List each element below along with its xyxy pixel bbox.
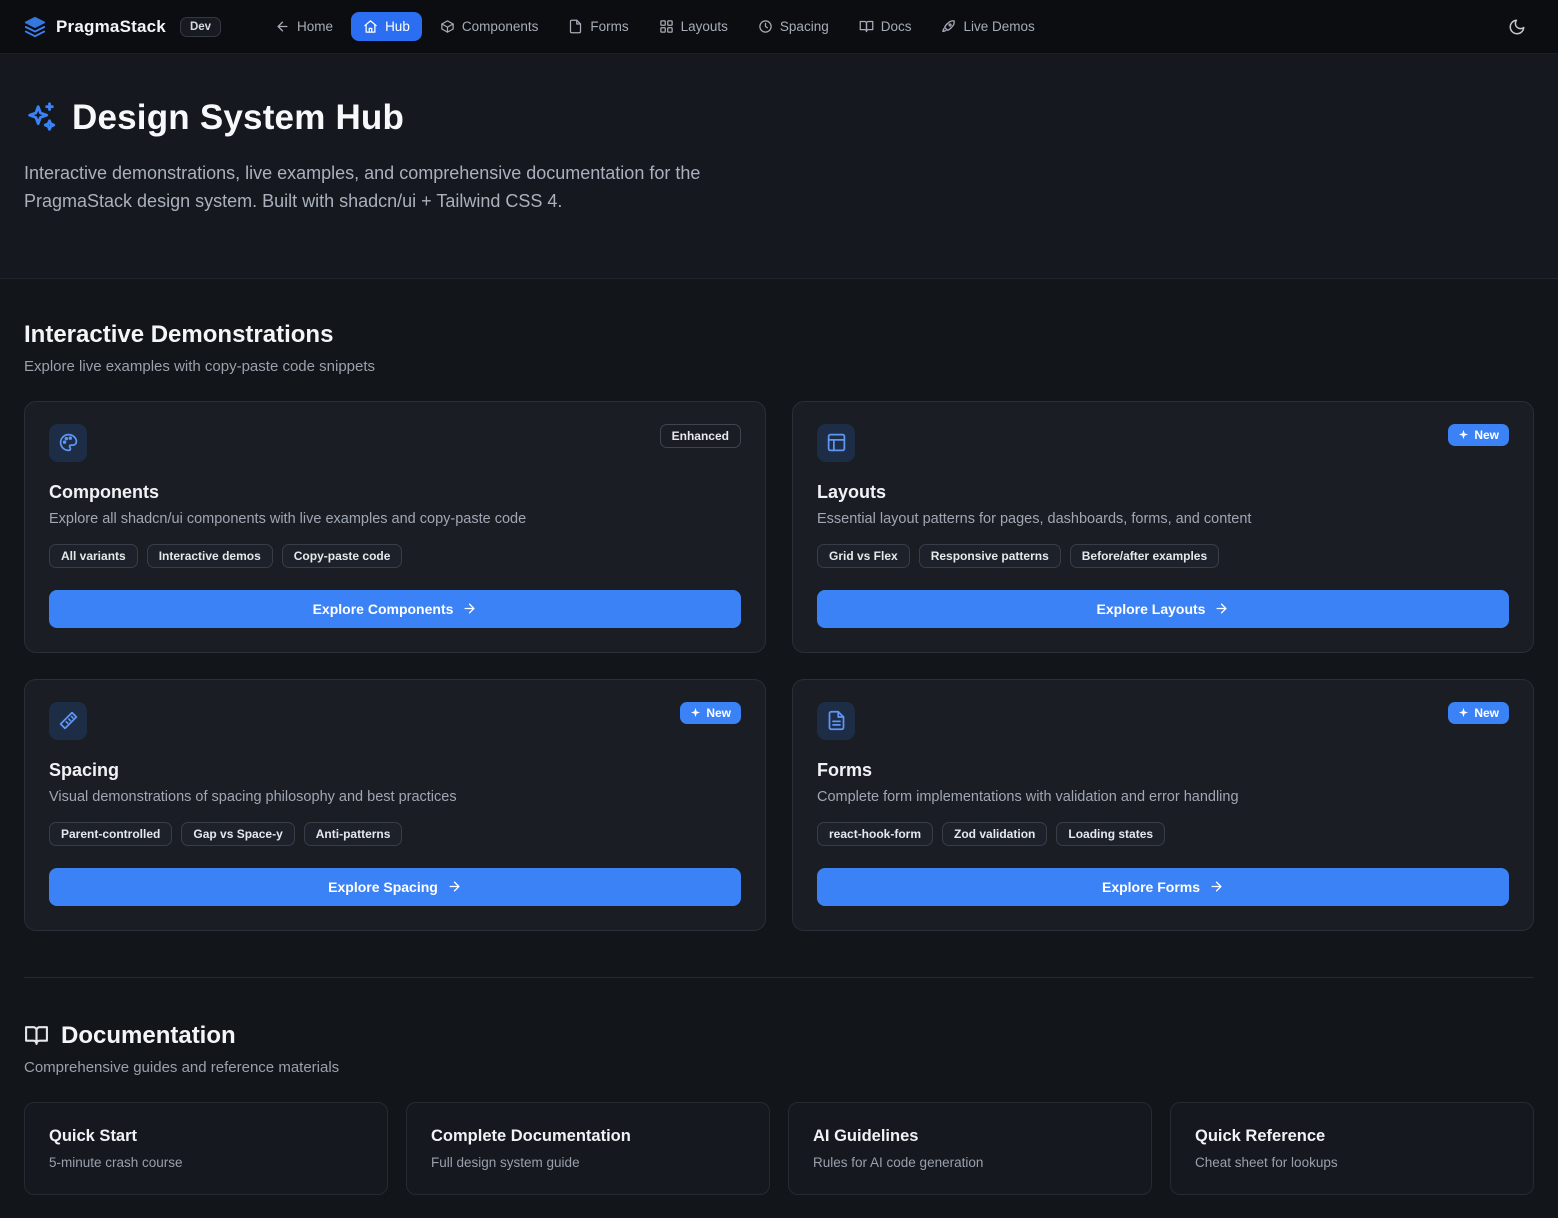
docs-heading: Documentation (61, 1022, 236, 1050)
arrow-right-icon (1214, 601, 1229, 616)
card-description: Explore all shadcn/ui components with li… (49, 511, 741, 527)
doc-card-ai-guidelines[interactable]: AI Guidelines Rules for AI code generati… (788, 1102, 1152, 1195)
doc-card-title: Complete Documentation (431, 1127, 745, 1146)
tag: Zod validation (942, 822, 1047, 846)
arrow-left-icon (275, 19, 290, 34)
demo-card-layouts: New Layouts Essential layout patterns fo… (792, 401, 1534, 653)
nav-item-forms[interactable]: Forms (556, 12, 640, 41)
doc-card-title: Quick Start (49, 1127, 363, 1146)
file-icon (568, 19, 583, 34)
page-title: Design System Hub (72, 98, 404, 138)
card-description: Complete form implementations with valid… (817, 789, 1509, 805)
nav-item-docs[interactable]: Docs (847, 12, 924, 41)
tag: Responsive patterns (919, 544, 1061, 568)
main-nav: Home Hub Components Forms Layouts Spacin… (263, 12, 1500, 41)
tag: react-hook-form (817, 822, 933, 846)
tag: Before/after examples (1070, 544, 1219, 568)
nav-item-spacing[interactable]: Spacing (746, 12, 841, 41)
demos-heading: Interactive Demonstrations (24, 321, 1534, 349)
sparkle-icon (1458, 429, 1469, 440)
arrow-right-icon (1209, 879, 1224, 894)
brand[interactable]: PragmaStack Dev (24, 16, 221, 38)
dev-badge: Dev (180, 17, 221, 37)
doc-card-subtitle: 5-minute crash course (49, 1155, 363, 1170)
new-badge: New (680, 702, 741, 724)
arrow-right-icon (447, 879, 462, 894)
house-icon (363, 19, 378, 34)
book-icon (859, 19, 874, 34)
doc-card-quick-start[interactable]: Quick Start 5-minute crash course (24, 1102, 388, 1195)
tag: All variants (49, 544, 138, 568)
layers-logo-icon (24, 16, 46, 38)
doc-card-title: AI Guidelines (813, 1127, 1127, 1146)
nav-item-home[interactable]: Home (263, 12, 345, 41)
layout-icon (817, 424, 855, 462)
nav-item-components[interactable]: Components (428, 12, 551, 41)
palette-icon (49, 424, 87, 462)
demo-card-grid: Enhanced Components Explore all shadcn/u… (24, 401, 1534, 931)
explore-components-button[interactable]: Explore Components (49, 590, 741, 628)
doc-card-subtitle: Full design system guide (431, 1155, 745, 1170)
doc-card-quick-reference[interactable]: Quick Reference Cheat sheet for lookups (1170, 1102, 1534, 1195)
sparkle-icon (690, 707, 701, 718)
doc-card-subtitle: Cheat sheet for lookups (1195, 1155, 1509, 1170)
brand-name: PragmaStack (56, 17, 166, 37)
dark-mode-toggle[interactable] (1500, 10, 1534, 44)
new-badge: New (1448, 424, 1509, 446)
hero-section: Design System Hub Interactive demonstrat… (0, 54, 1558, 279)
tag: Parent-controlled (49, 822, 172, 846)
tag: Anti-patterns (304, 822, 403, 846)
demo-card-components: Enhanced Components Explore all shadcn/u… (24, 401, 766, 653)
tag-row: Grid vs Flex Responsive patterns Before/… (817, 544, 1509, 568)
tag: Loading states (1056, 822, 1165, 846)
explore-forms-button[interactable]: Explore Forms (817, 868, 1509, 906)
tag-row: Parent-controlled Gap vs Space-y Anti-pa… (49, 822, 741, 846)
nav-item-hub[interactable]: Hub (351, 12, 422, 41)
demos-subheading: Explore live examples with copy-paste co… (24, 358, 1534, 375)
main-content: Interactive Demonstrations Explore live … (0, 279, 1558, 1215)
page-subtitle: Interactive demonstrations, live example… (24, 160, 784, 216)
new-badge: New (1448, 702, 1509, 724)
tag: Gap vs Space-y (181, 822, 294, 846)
card-title: Components (49, 482, 741, 503)
moon-icon (1508, 18, 1526, 36)
docs-subheading: Comprehensive guides and reference mater… (24, 1059, 1534, 1076)
demo-card-spacing: New Spacing Visual demonstrations of spa… (24, 679, 766, 931)
doc-card-subtitle: Rules for AI code generation (813, 1155, 1127, 1170)
tag: Copy-paste code (282, 544, 403, 568)
top-navbar: PragmaStack Dev Home Hub Components Form… (0, 0, 1558, 54)
file-text-icon (817, 702, 855, 740)
tag-row: All variants Interactive demos Copy-past… (49, 544, 741, 568)
doc-card-grid: Quick Start 5-minute crash course Comple… (24, 1102, 1534, 1195)
nav-item-live-demos[interactable]: Live Demos (929, 12, 1046, 41)
doc-card-complete-documentation[interactable]: Complete Documentation Full design syste… (406, 1102, 770, 1195)
spacing-icon (758, 19, 773, 34)
enhanced-badge: Enhanced (660, 424, 741, 448)
tag: Interactive demos (147, 544, 273, 568)
tag-row: react-hook-form Zod validation Loading s… (817, 822, 1509, 846)
explore-layouts-button[interactable]: Explore Layouts (817, 590, 1509, 628)
card-title: Forms (817, 760, 1509, 781)
nav-item-layouts[interactable]: Layouts (647, 12, 740, 41)
sparkle-icon (1458, 707, 1469, 718)
card-title: Layouts (817, 482, 1509, 503)
open-book-icon (24, 1023, 49, 1048)
sparkles-icon (24, 101, 58, 135)
grid-icon (659, 19, 674, 34)
arrow-right-icon (462, 601, 477, 616)
section-divider (24, 977, 1534, 978)
box-icon (440, 19, 455, 34)
ruler-icon (49, 702, 87, 740)
card-title: Spacing (49, 760, 741, 781)
card-description: Visual demonstrations of spacing philoso… (49, 789, 741, 805)
explore-spacing-button[interactable]: Explore Spacing (49, 868, 741, 906)
demo-card-forms: New Forms Complete form implementations … (792, 679, 1534, 931)
doc-card-title: Quick Reference (1195, 1127, 1509, 1146)
card-description: Essential layout patterns for pages, das… (817, 511, 1509, 527)
rocket-icon (941, 19, 956, 34)
tag: Grid vs Flex (817, 544, 910, 568)
